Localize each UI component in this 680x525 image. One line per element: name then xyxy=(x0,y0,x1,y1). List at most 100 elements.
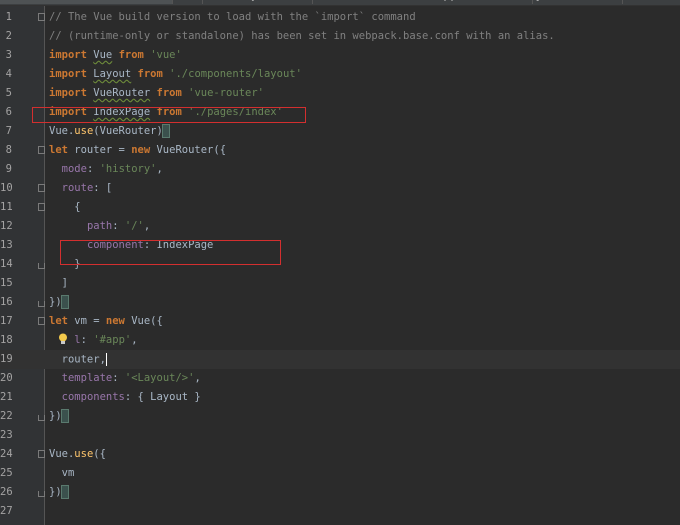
editor-tab[interactable]: layout.vue xyxy=(520,0,623,4)
line-number: 2 xyxy=(5,30,12,42)
code-token: (VueRouter) xyxy=(93,125,163,137)
fold-marker-icon[interactable] xyxy=(38,491,45,497)
editor-tab[interactable]: App.vue xyxy=(430,0,533,4)
code-line[interactable]: 22}) xyxy=(0,407,680,426)
line-number: 5 xyxy=(5,87,12,99)
code-text: ] xyxy=(49,277,68,289)
line-number: 26 xyxy=(0,486,13,498)
fold-marker-icon[interactable] xyxy=(38,13,45,21)
code-token: ({ xyxy=(93,448,106,460)
code-line[interactable]: 5 import VueRouter from 'vue-router' xyxy=(0,84,680,103)
code-line[interactable]: 12 path: '/', xyxy=(0,217,680,236)
code-text: { xyxy=(49,201,80,213)
code-line[interactable]: 16}) xyxy=(0,293,680,312)
code-text: import Layout from './components/layout' xyxy=(49,68,302,80)
code-token: Vue({ xyxy=(124,315,163,327)
code-line[interactable]: 8 let router = new VueRouter({ xyxy=(0,141,680,160)
bracket-match-marker xyxy=(60,485,70,499)
code-text: path: '/', xyxy=(49,220,150,232)
code-token: new xyxy=(105,315,125,327)
code-text: mode: 'history', xyxy=(49,163,163,175)
code-token: '/' xyxy=(124,220,144,232)
code-text: }) xyxy=(49,295,70,309)
code-token: Layout xyxy=(93,68,132,80)
code-text: }) xyxy=(49,409,70,423)
code-token: : { Layout } xyxy=(124,391,201,403)
line-number: 12 xyxy=(0,220,13,232)
code-token: './components/layout' xyxy=(169,68,302,80)
code-line[interactable]: 26}) xyxy=(0,483,680,502)
code-token: // (runtime-only or standalone) has been… xyxy=(49,30,555,42)
code-line[interactable]: 10 route: [ xyxy=(0,179,680,198)
code-line[interactable]: 24 Vue.use({ xyxy=(0,445,680,464)
code-token: : xyxy=(86,163,100,175)
code-text: import Vue from 'vue' xyxy=(49,49,182,61)
fold-marker-icon[interactable] xyxy=(38,415,45,421)
code-text: // (runtime-only or standalone) has been… xyxy=(49,30,555,42)
code-token: }) xyxy=(49,486,62,498)
line-number: 24 xyxy=(0,448,13,460)
code-line[interactable]: 4 import Layout from './components/layout… xyxy=(0,65,680,84)
code-line[interactable]: 19 router, xyxy=(0,350,680,369)
code-text: components: { Layout } xyxy=(49,391,201,403)
line-number: 25 xyxy=(0,467,13,479)
code-text: let vm = new Vue({ xyxy=(49,315,163,327)
highlight-box-import-indexpage xyxy=(32,107,306,123)
bracket-match-marker xyxy=(60,409,70,423)
bracket-match-marker xyxy=(60,295,70,309)
code-line[interactable]: 21 components: { Layout } xyxy=(0,388,680,407)
code-token: components xyxy=(61,391,125,403)
line-number: 4 xyxy=(5,68,12,80)
code-token: , xyxy=(156,163,163,175)
code-text: template: '<Layout/>', xyxy=(49,372,201,384)
code-line[interactable]: 3 import Vue from 'vue' xyxy=(0,46,680,65)
code-text: Vue.use(VueRouter) xyxy=(49,124,171,138)
code-line[interactable]: 1 // The Vue build version to load with t… xyxy=(0,8,680,27)
code-token: '<Layout/>' xyxy=(124,372,195,384)
code-text: import VueRouter from 'vue-router' xyxy=(49,87,264,99)
code-line[interactable]: 17 let vm = new Vue({ xyxy=(0,312,680,331)
code-line[interactable]: 18 l: '#app', xyxy=(0,331,680,350)
code-line[interactable]: 20 template: '<Layout/>', xyxy=(0,369,680,388)
code-line[interactable]: 27 xyxy=(0,502,680,521)
code-token: mode xyxy=(61,163,87,175)
code-token: }) xyxy=(49,410,62,422)
code-token: , xyxy=(131,334,138,346)
editor-tab[interactable]: index.vue xyxy=(100,0,203,4)
line-number: 3 xyxy=(5,49,12,61)
editor-tab[interactable]: router.js xyxy=(210,0,313,4)
fold-marker-icon[interactable] xyxy=(38,450,45,458)
code-line[interactable]: 25 vm xyxy=(0,464,680,483)
code-token: 'vue-router' xyxy=(188,87,264,99)
code-line[interactable]: 2 // (runtime-only or standalone) has bee… xyxy=(0,27,680,46)
code-token: Vue. xyxy=(49,125,75,137)
fold-marker-icon[interactable] xyxy=(38,203,45,211)
code-token: vm = xyxy=(67,315,106,327)
code-token: 'vue' xyxy=(150,49,182,61)
lightbulb-icon[interactable] xyxy=(58,333,68,345)
code-token: let xyxy=(49,144,68,156)
fold-marker-icon[interactable] xyxy=(38,146,45,154)
code-token: : [ xyxy=(93,182,113,194)
fold-marker-icon[interactable] xyxy=(38,263,45,269)
code-token: , xyxy=(143,220,151,232)
line-number: 17 xyxy=(0,315,13,327)
line-number: 16 xyxy=(0,296,13,308)
code-line[interactable]: 9 mode: 'history', xyxy=(0,160,680,179)
line-number: 10 xyxy=(0,182,13,194)
code-token: router, xyxy=(49,353,106,366)
code-token: router = xyxy=(67,144,132,156)
code-line[interactable]: 23 xyxy=(0,426,680,445)
fold-marker-icon[interactable] xyxy=(38,317,45,325)
fold-marker-icon[interactable] xyxy=(38,301,45,307)
code-token: let xyxy=(49,315,68,327)
code-line[interactable]: 15 ] xyxy=(0,274,680,293)
highlight-box-component xyxy=(60,240,281,265)
code-line[interactable]: 7 Vue.use(VueRouter) xyxy=(0,122,680,141)
code-token: from xyxy=(118,49,144,61)
line-number: 11 xyxy=(0,201,13,213)
code-line[interactable]: 11 { xyxy=(0,198,680,217)
fold-marker-icon[interactable] xyxy=(38,184,45,192)
